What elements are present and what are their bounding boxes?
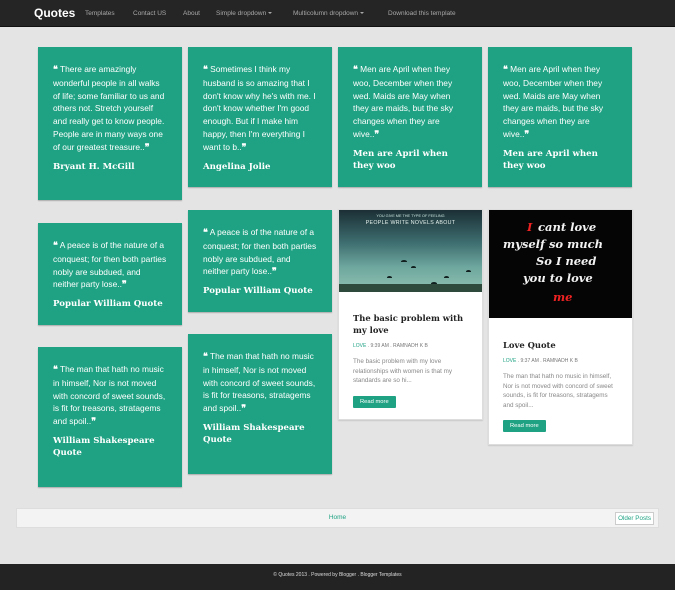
top-navbar: Quotes Templates Contact US About Simple… — [0, 0, 675, 27]
image-text-me: me — [553, 290, 573, 304]
post-image-birds[interactable]: YOU GIVE ME THE TYPE OF FEELING PEOPLE W… — [339, 210, 482, 292]
post-time: 9:39 AM — [370, 343, 389, 349]
quote-body: There are amazingly wonderful people in … — [53, 64, 165, 152]
footer-copyright: © Quotes 2013 . Powered by Blogger . Blo… — [273, 572, 402, 578]
image-caption-line: PEOPLE WRITE NOVELS ABOUT — [365, 220, 456, 226]
quote-card[interactable]: ❝ Men are April when they woo, December … — [338, 47, 482, 187]
quote-body: The man that hath no music in himself, N… — [203, 351, 316, 414]
older-posts-button[interactable]: Older Posts — [615, 512, 654, 525]
post-excerpt: The man that hath no music in himself, N… — [503, 373, 613, 409]
image-post-card[interactable]: YOU GIVE ME THE TYPE OF FEELING PEOPLE W… — [338, 209, 483, 420]
quote-author[interactable]: Men are April when they woo — [353, 148, 467, 173]
quote-card[interactable]: ❝ Sometimes I think my husband is so ama… — [188, 47, 332, 187]
quote-card[interactable]: ❝ A peace is of the nature of a conquest… — [188, 210, 332, 312]
blog-pager: Home Older Posts — [16, 508, 659, 528]
quote-author[interactable]: Angelina Jolie — [203, 161, 317, 174]
quote-close-icon: ❞ — [524, 129, 530, 140]
quote-close-icon: ❞ — [91, 417, 97, 428]
quote-author[interactable]: Bryant H. McGill — [53, 161, 167, 174]
post-title[interactable]: Love Quote — [503, 339, 618, 351]
nav-contact-us[interactable]: Contact US — [133, 10, 166, 17]
quote-close-icon: ❞ — [144, 142, 150, 153]
post-meta: LOVE . 9:37 AM . RAMNADH K B — [503, 358, 578, 364]
nav-simple-dropdown[interactable]: Simple dropdown — [216, 10, 273, 17]
quote-open-icon: ❝ — [353, 65, 358, 75]
quote-close-icon: ❞ — [241, 142, 247, 153]
quote-open-icon: ❝ — [203, 65, 208, 75]
quote-text: ❝ The man that hath no music in himself,… — [53, 363, 167, 429]
quote-text: ❝ The man that hath no music in himself,… — [203, 350, 317, 416]
quote-open-icon: ❝ — [53, 365, 58, 375]
quote-text: ❝ Men are April when they woo, December … — [503, 63, 617, 142]
post-label[interactable]: LOVE — [503, 358, 516, 364]
bird-icon — [387, 276, 392, 279]
read-more-button[interactable]: Read more — [503, 420, 546, 432]
nav-download-template[interactable]: Download this template — [388, 10, 456, 17]
quote-open-icon: ❝ — [53, 241, 58, 251]
read-more-button[interactable]: Read more — [353, 395, 396, 408]
quote-open-icon: ❝ — [203, 228, 208, 238]
quote-author[interactable]: Men are April when they woo — [503, 148, 617, 173]
image-text-line: cant love — [538, 220, 597, 234]
quote-close-icon: ❞ — [241, 404, 247, 415]
bird-icon — [444, 276, 449, 279]
quote-text: ❝ There are amazingly wonderful people i… — [53, 63, 167, 155]
quote-card[interactable]: ❝ The man that hath no music in himself,… — [38, 347, 182, 487]
quote-text: ❝ A peace is of the nature of a conquest… — [53, 239, 167, 292]
nav-templates[interactable]: Templates — [85, 10, 115, 17]
post-title[interactable]: The basic problem with my love — [353, 312, 468, 336]
caret-down-icon — [360, 12, 365, 15]
post-author: RAMNADH K B — [393, 343, 428, 349]
post-author: RAMNADH K B — [543, 358, 578, 364]
post-label[interactable]: LOVE — [353, 343, 366, 349]
quote-text: ❝ A peace is of the nature of a conquest… — [203, 226, 317, 279]
quote-body: Men are April when they woo, December wh… — [353, 64, 454, 139]
home-link[interactable]: Home — [17, 514, 658, 521]
quote-card[interactable]: ❝ A peace is of the nature of a conquest… — [38, 223, 182, 325]
quote-card[interactable]: ❝ The man that hath no music in himself,… — [188, 334, 332, 474]
image-caption-line: YOU GIVE ME THE TYPE OF FEELING — [376, 214, 445, 218]
image-text-line: you to love — [523, 271, 593, 285]
quote-close-icon: ❞ — [121, 280, 127, 291]
post-time: 9:37 AM — [520, 358, 539, 364]
nav-multicolumn-dropdown-label: Multicolumn dropdown — [293, 10, 359, 17]
bird-icon — [466, 270, 471, 273]
image-text-line: So I need — [536, 254, 597, 268]
quote-card[interactable]: ❝ Men are April when they woo, December … — [488, 47, 632, 187]
quote-author[interactable]: William Shakespeare Quote — [203, 422, 317, 447]
quote-open-icon: ❝ — [503, 65, 508, 75]
quote-card[interactable]: ❝ There are amazingly wonderful people i… — [38, 47, 182, 200]
nav-multicolumn-dropdown[interactable]: Multicolumn dropdown — [293, 10, 365, 17]
quote-body: Men are April when they woo, December wh… — [503, 64, 604, 139]
quote-author[interactable]: Popular William Quote — [203, 285, 317, 298]
quote-body: Sometimes I think my husband is so amazi… — [203, 64, 316, 152]
post-meta: LOVE . 9:39 AM . RAMNADH K B — [353, 343, 428, 349]
quote-body: The man that hath no music in himself, N… — [53, 364, 166, 427]
post-excerpt: The basic problem with my love relations… — [353, 358, 453, 384]
quote-text: ❝ Men are April when they woo, December … — [353, 63, 467, 142]
quote-body: A peace is of the nature of a conquest; … — [203, 227, 317, 277]
quote-body: A peace is of the nature of a conquest; … — [53, 240, 167, 290]
bird-icon — [411, 266, 416, 269]
quote-author[interactable]: William Shakespeare Quote — [53, 435, 167, 460]
quote-close-icon: ❞ — [374, 129, 380, 140]
post-image-love-quote[interactable]: I cant love myself so much So I need you… — [489, 210, 632, 318]
image-text-i: I — [527, 220, 533, 234]
site-footer: © Quotes 2013 . Powered by Blogger . Blo… — [0, 564, 675, 590]
caret-down-icon — [268, 12, 273, 15]
brand-logo[interactable]: Quotes — [34, 6, 75, 20]
image-ground — [339, 284, 482, 292]
quote-text: ❝ Sometimes I think my husband is so ama… — [203, 63, 317, 155]
image-post-card[interactable]: I cant love myself so much So I need you… — [488, 209, 633, 445]
nav-about[interactable]: About — [183, 10, 200, 17]
quote-open-icon: ❝ — [53, 65, 58, 75]
quote-close-icon: ❞ — [271, 267, 277, 278]
nav-simple-dropdown-label: Simple dropdown — [216, 10, 267, 17]
bird-icon — [401, 260, 407, 263]
quote-author[interactable]: Popular William Quote — [53, 298, 167, 311]
quote-open-icon: ❝ — [203, 352, 208, 362]
image-text-line: myself so much — [503, 237, 604, 251]
